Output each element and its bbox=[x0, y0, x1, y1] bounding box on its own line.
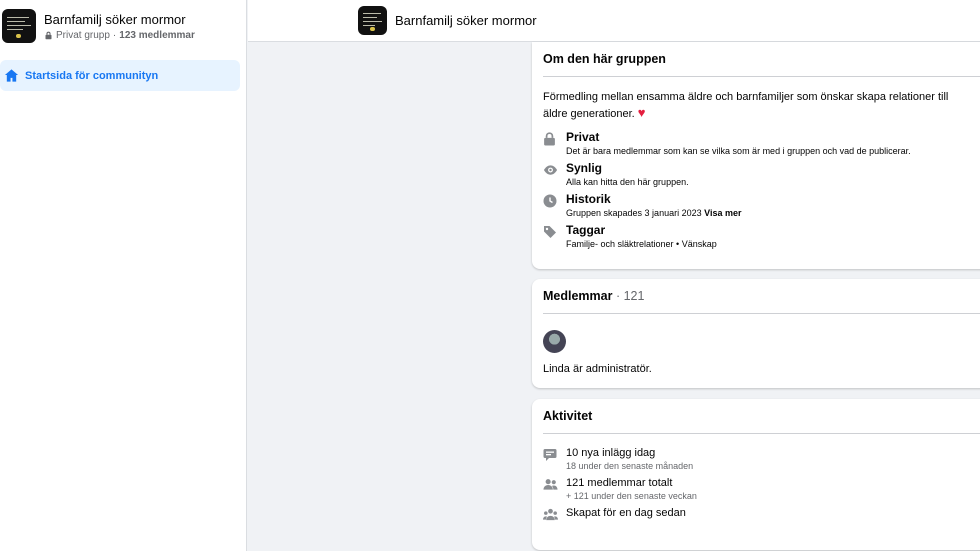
about-item-title: Taggar bbox=[566, 223, 606, 237]
activity-item-sub: 18 under den senaste månaden bbox=[566, 461, 694, 471]
activity-item-title: 10 nya inlägg idag bbox=[566, 447, 656, 459]
nav-community-home[interactable]: Startsida för communityn bbox=[0, 60, 240, 91]
member-count[interactable]: 123 medlemmar bbox=[119, 30, 195, 41]
header-group-name[interactable]: Barnfamilj söker mormor bbox=[395, 13, 537, 28]
home-icon bbox=[4, 69, 19, 82]
about-description: Förmedling mellan ensamma äldre och barn… bbox=[543, 91, 949, 120]
see-more-link[interactable]: Visa mer bbox=[704, 208, 741, 218]
divider bbox=[543, 313, 980, 314]
members-count: · 121 bbox=[612, 289, 645, 303]
about-item-text[interactable]: Familje- och släktrelationer • Vänskap bbox=[566, 239, 717, 249]
members-card: Medlemmar · 121 Linda är administratör. bbox=[532, 279, 980, 388]
lock-icon bbox=[45, 31, 52, 39]
about-card: Om den här gruppen Förmedling mellan ens… bbox=[532, 42, 980, 269]
about-item-text: Alla kan hitta den här gruppen. bbox=[566, 177, 689, 187]
about-item-title: Privat bbox=[566, 130, 600, 144]
group-icon bbox=[543, 508, 558, 521]
about-item-text: Gruppen skapades 3 januari 2023 bbox=[566, 208, 702, 218]
avatar[interactable] bbox=[543, 330, 566, 353]
top-bar: Barnfamilj söker mormor bbox=[248, 0, 980, 42]
activity-item-members: 121 medlemmar totalt + 121 under den sena… bbox=[532, 477, 980, 501]
about-item-history: Historik Gruppen skapades 3 januari 2023 … bbox=[532, 192, 980, 218]
about-item-tags: Taggar Familje- och släktrelationer • Vän… bbox=[532, 223, 980, 249]
members-title[interactable]: Medlemmar · 121 bbox=[532, 279, 980, 313]
activity-item-posts: 10 nya inlägg idag 18 under den senaste m… bbox=[532, 447, 980, 471]
tag-icon bbox=[544, 226, 556, 238]
sidebar: Barnfamilj söker mormor Privat grupp · 1… bbox=[0, 0, 247, 551]
eye-icon bbox=[543, 165, 558, 175]
group-header[interactable]: Barnfamilj söker mormor Privat grupp · 1… bbox=[0, 0, 246, 52]
about-item-private: Privat Det är bara medlemmar som kan se v… bbox=[532, 130, 980, 156]
activity-title: Aktivitet bbox=[543, 409, 593, 423]
lock-icon bbox=[544, 132, 555, 146]
admin-text: Linda är administratör. bbox=[543, 363, 652, 375]
activity-item-sub: + 121 under den senaste veckan bbox=[566, 491, 697, 501]
about-item-visible: Synlig Alla kan hitta den här gruppen. bbox=[532, 161, 980, 187]
people-icon bbox=[543, 479, 558, 490]
activity-item-created: Skapat för en dag sedan bbox=[532, 507, 980, 521]
chat-icon bbox=[543, 449, 557, 461]
heart-icon: ♥ bbox=[637, 105, 646, 120]
about-item-title: Historik bbox=[566, 192, 611, 206]
divider bbox=[543, 433, 980, 434]
group-thumbnail-small[interactable] bbox=[358, 6, 387, 35]
clock-icon bbox=[543, 194, 557, 208]
about-item-text: Det är bara medlemmar som kan se vilka s… bbox=[566, 146, 911, 156]
group-name[interactable]: Barnfamilj söker mormor bbox=[44, 12, 195, 27]
about-item-title: Synlig bbox=[566, 161, 603, 175]
activity-item-title: Skapat för en dag sedan bbox=[566, 507, 686, 519]
activity-card: Aktivitet 10 nya inlägg idag 18 under den… bbox=[532, 399, 980, 550]
nav-label: Startsida för communityn bbox=[25, 69, 159, 82]
about-title: Om den här gruppen bbox=[543, 52, 666, 66]
activity-item-title: 121 medlemmar totalt bbox=[566, 477, 673, 489]
privacy-label: Privat grupp bbox=[56, 29, 110, 41]
group-thumbnail bbox=[2, 9, 36, 43]
